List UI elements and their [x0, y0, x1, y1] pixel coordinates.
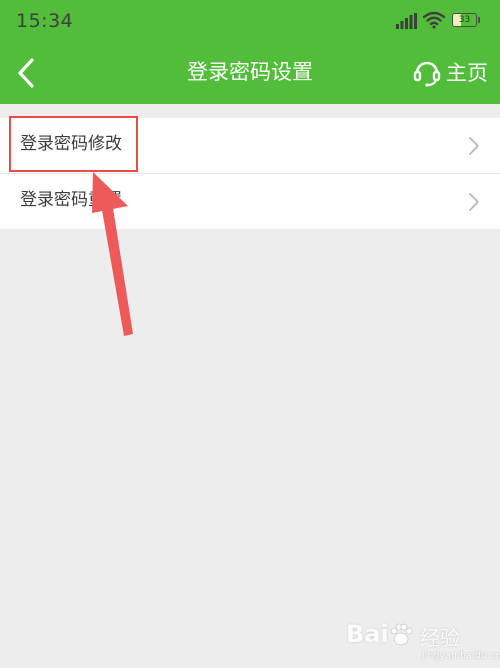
nav-bar: 登录密码设置 主页 — [0, 42, 500, 104]
status-time: 15:34 — [16, 10, 74, 32]
battery-icon: 33 — [452, 13, 480, 27]
battery-tip — [478, 17, 480, 23]
menu-item-change-password[interactable]: 登录密码修改 — [0, 118, 500, 174]
battery-percent: 33 — [458, 15, 471, 25]
wifi-icon — [423, 11, 445, 29]
battery-body: 33 — [452, 13, 477, 27]
password-menu-list: 登录密码修改 登录密码重置 — [0, 118, 500, 229]
home-label: 主页 — [446, 61, 488, 85]
headset-icon — [413, 61, 441, 87]
paw-icon — [390, 623, 413, 646]
status-bar: 15:34 33 — [0, 0, 500, 42]
baidu-watermark: Bai 经验 jingyan.baidu.com — [346, 620, 500, 664]
chevron-right-icon — [469, 137, 479, 155]
app-header: 15:34 33 登录密码设置 主页 — [0, 0, 500, 104]
watermark-brand: Bai — [346, 620, 389, 648]
menu-item-label: 登录密码重置 — [20, 190, 122, 210]
chevron-right-icon — [469, 193, 479, 211]
home-button[interactable]: 主页 — [412, 56, 488, 88]
signal-icon — [396, 13, 417, 29]
menu-item-reset-password[interactable]: 登录密码重置 — [0, 174, 500, 229]
menu-item-label: 登录密码修改 — [20, 134, 122, 154]
watermark-sub: 经验 — [420, 626, 460, 650]
watermark-url: jingyan.baidu.com — [422, 651, 500, 661]
